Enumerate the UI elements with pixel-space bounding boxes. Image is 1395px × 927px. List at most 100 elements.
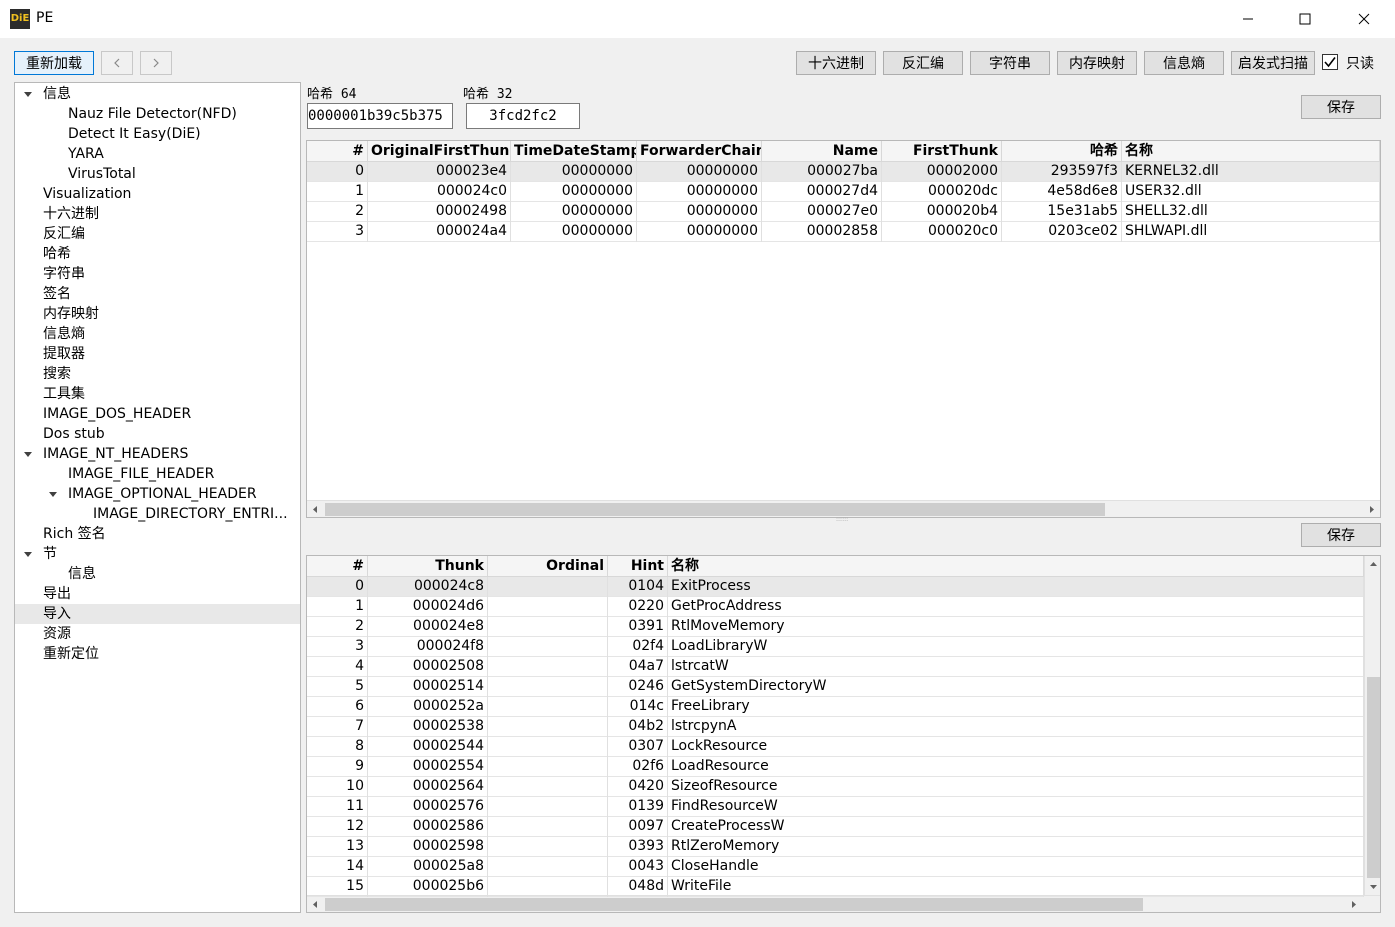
table-row[interactable]: 14 000025a8 0043 CloseHandle [307,857,1364,877]
table-row[interactable]: 7 00002538 04b2 lstrcpynA [307,717,1364,737]
table-row[interactable]: 0 000023e4 00000000 00000000 000027ba 0000200… [307,162,1380,182]
tree-item[interactable]: 资源 [43,624,71,644]
column-header[interactable]: # [307,556,368,577]
table-row[interactable]: 6 0000252a 014c FreeLibrary [307,697,1364,717]
forward-button[interactable] [140,51,172,75]
tree-item[interactable]: 十六进制 [43,204,99,224]
table-row[interactable]: 0 000024c8 0104 ExitProcess [307,577,1364,597]
minimize-button[interactable] [1219,0,1277,38]
table-row[interactable]: 2 000024e8 0391 RtlMoveMemory [307,617,1364,637]
tree-item[interactable]: 签名 [43,284,71,304]
hash32-field[interactable]: 3fcd2fc2 [466,103,580,129]
functions-vscroll-thumb[interactable] [1367,677,1380,878]
tree-item[interactable]: IMAGE_DOS_HEADER [43,404,191,424]
reload-button[interactable]: 重新加载 [14,51,94,75]
table-row[interactable]: 12 00002586 0097 CreateProcessW [307,817,1364,837]
column-header[interactable]: 名称 [1122,141,1380,162]
readonly-label: 只读 [1346,56,1374,72]
hash64-field[interactable]: 0000001b39c5b375 [307,103,453,129]
table-row[interactable]: 15 000025b6 048d WriteFile [307,877,1364,897]
table-row[interactable]: 2 00002498 00000000 00000000 000027e0 000020b… [307,202,1380,222]
tree-item[interactable]: 重新定位 [43,644,99,664]
tree-item[interactable]: 反汇编 [43,224,85,244]
heuristic-scan-button[interactable]: 启发式扫描 [1231,51,1315,75]
column-header[interactable]: # [307,141,368,162]
tree-item[interactable]: 内存映射 [43,304,99,324]
column-header[interactable]: TimeDateStamp [511,141,637,162]
expand-arrow-icon[interactable] [23,89,33,99]
disasm-button[interactable]: 反汇编 [883,51,963,75]
scroll-up-icon[interactable] [1365,556,1380,573]
tree-item[interactable]: VirusTotal [68,164,136,184]
functions-vscrollbar[interactable] [1364,556,1380,895]
table-row[interactable]: 13 00002598 0393 RtlZeroMemory [307,837,1364,857]
tree-item[interactable]: Visualization [43,184,131,204]
tree-item[interactable]: 导入 [43,604,71,624]
tree-item[interactable]: IMAGE_DIRECTORY_ENTRI... [93,504,288,524]
entropy-button[interactable]: 信息熵 [1144,51,1224,75]
tree-item[interactable]: 信息 [68,564,96,584]
maximize-button[interactable] [1276,0,1334,38]
scroll-right-icon[interactable] [1363,501,1380,517]
column-header[interactable]: 名称 [668,556,1364,577]
scroll-down-icon[interactable] [1365,878,1380,895]
pane-splitter[interactable]: :::::: [836,517,854,523]
column-header[interactable]: 哈希 [1002,141,1122,162]
memory-map-button[interactable]: 内存映射 [1057,51,1137,75]
imports-hscrollbar[interactable] [307,500,1380,517]
tree-item[interactable]: 导出 [43,584,71,604]
scroll-right-icon[interactable] [1345,896,1362,912]
hex-button[interactable]: 十六进制 [796,51,876,75]
table-row[interactable]: 10 00002564 0420 SizeofResource [307,777,1364,797]
table-row[interactable]: 3 000024f8 02f4 LoadLibraryW [307,637,1364,657]
tree-item[interactable]: 信息熵 [43,324,85,344]
table-row[interactable]: 4 00002508 04a7 lstrcatW [307,657,1364,677]
save-functions-button[interactable]: 保存 [1301,523,1381,547]
column-header[interactable]: Thunk [368,556,488,577]
tree-item[interactable]: Dos stub [43,424,105,444]
table-row[interactable]: 1 000024c0 00000000 00000000 000027d4 000020d… [307,182,1380,202]
tree-item[interactable]: 节 [43,544,57,564]
expand-arrow-icon[interactable] [23,449,33,459]
column-header[interactable]: OriginalFirstThunk [368,141,511,162]
tree-item[interactable]: IMAGE_OPTIONAL_HEADER [68,484,257,504]
tree-item[interactable]: 工具集 [43,384,85,404]
table-cell [488,617,608,637]
expand-arrow-icon[interactable] [48,489,58,499]
close-button[interactable] [1335,0,1393,38]
imports-hscroll-thumb[interactable] [325,503,1105,516]
scroll-left-icon[interactable] [307,896,324,912]
column-header[interactable]: Hint [608,556,668,577]
scroll-left-icon[interactable] [307,501,324,517]
tree-item[interactable]: 字符串 [43,264,85,284]
table-row[interactable]: 11 00002576 0139 FindResourceW [307,797,1364,817]
column-header[interactable]: FirstThunk [882,141,1002,162]
table-cell: ExitProcess [668,577,1364,597]
column-header[interactable]: ForwarderChain [637,141,762,162]
functions-hscrollbar[interactable] [307,895,1380,912]
readonly-checkbox[interactable] [1322,54,1338,70]
table-row[interactable]: 3 000024a4 00000000 00000000 00002858 000020c… [307,222,1380,242]
tree-item[interactable]: IMAGE_NT_HEADERS [43,444,188,464]
back-button[interactable] [101,51,133,75]
expand-arrow-icon[interactable] [23,549,33,559]
table-cell: 0203ce02 [1002,222,1122,242]
table-row[interactable]: 9 00002554 02f6 LoadResource [307,757,1364,777]
table-row[interactable]: 1 000024d6 0220 GetProcAddress [307,597,1364,617]
tree-item[interactable]: 提取器 [43,344,85,364]
strings-button[interactable]: 字符串 [970,51,1050,75]
tree-item[interactable]: YARA [68,144,104,164]
functions-hscroll-thumb[interactable] [325,898,1143,911]
tree-item[interactable]: Detect It Easy(DiE) [68,124,201,144]
table-row[interactable]: 5 00002514 0246 GetSystemDirectoryW [307,677,1364,697]
tree-item[interactable]: 信息 [43,84,71,104]
column-header[interactable]: Name [762,141,882,162]
tree-item[interactable]: 哈希 [43,244,71,264]
column-header[interactable]: Ordinal [488,556,608,577]
save-hash-button[interactable]: 保存 [1301,95,1381,119]
tree-item[interactable]: 搜索 [43,364,71,384]
tree-item[interactable]: Rich 签名 [43,524,106,544]
table-row[interactable]: 8 00002544 0307 LockResource [307,737,1364,757]
tree-item[interactable]: IMAGE_FILE_HEADER [68,464,214,484]
tree-item[interactable]: Nauz File Detector(NFD) [68,104,237,124]
